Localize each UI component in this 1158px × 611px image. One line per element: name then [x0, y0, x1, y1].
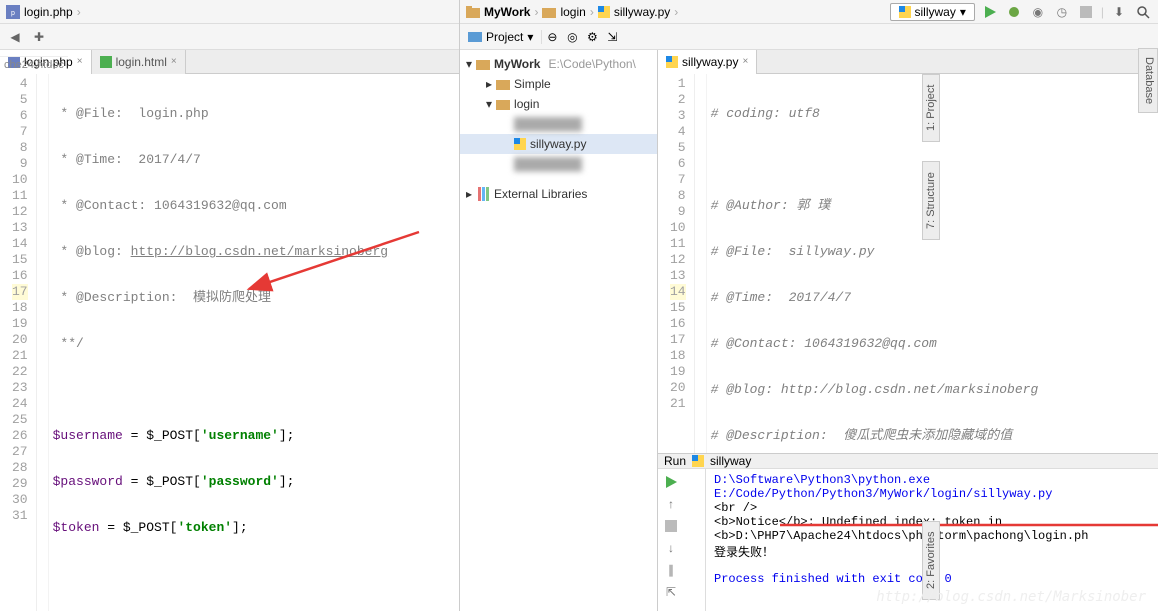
folder-icon — [476, 58, 490, 70]
chevron-right-icon: › — [534, 5, 538, 19]
chevron-right-icon: ▸ — [466, 187, 472, 201]
chevron-down-icon: ▾ — [466, 57, 472, 71]
chevron-right-icon: › — [590, 5, 594, 19]
tree-node-simple[interactable]: ▸Simple — [460, 74, 657, 94]
folder-icon — [496, 78, 510, 90]
path-hint: che24\htdoc — [0, 56, 68, 73]
close-icon[interactable]: × — [742, 56, 748, 67]
collapse-button[interactable]: ⊖ — [542, 27, 562, 47]
breadcrumb-right: MyWork › login › sillyway.py › — [466, 5, 678, 19]
folder-icon — [466, 6, 480, 18]
python-file-icon — [598, 6, 610, 18]
run-button[interactable] — [981, 3, 999, 21]
stop-button[interactable] — [1077, 3, 1095, 21]
tab-login-html[interactable]: login.html × — [92, 50, 186, 74]
debug-button[interactable] — [1005, 3, 1023, 21]
project-icon — [468, 30, 482, 44]
project-tree[interactable]: ▾ MyWork E:\Code\Python\ ▸Simple ▾login … — [460, 50, 658, 611]
left-tabs: login.php × login.html × — [0, 50, 459, 74]
libraries-icon — [476, 187, 490, 201]
tree-root[interactable]: ▾ MyWork E:\Code\Python\ — [460, 54, 657, 74]
target-button[interactable]: ◎ — [562, 27, 582, 47]
back-icon[interactable]: ◀ — [6, 28, 24, 46]
chevron-right-icon: › — [674, 5, 678, 19]
watermark: http://blog.csdn.net/Marksinober — [876, 589, 1146, 605]
python-file-icon — [666, 56, 678, 68]
search-icon[interactable] — [1134, 3, 1152, 21]
left-editor[interactable]: 4567891011121314151617181920212223242526… — [0, 74, 459, 611]
run-label: Run — [664, 454, 686, 468]
project-view-select[interactable]: Project ▾ — [460, 30, 542, 44]
python-file-icon — [899, 6, 911, 18]
close-run-button[interactable]: × — [662, 605, 680, 611]
tree-file-sillyway[interactable]: sillyway.py — [460, 134, 657, 154]
chevron-down-icon: ▾ — [527, 30, 533, 44]
close-icon[interactable]: × — [171, 56, 177, 67]
coverage-button[interactable]: ◉ — [1029, 3, 1047, 21]
gear-icon[interactable]: ⚙ — [582, 27, 602, 47]
chevron-down-icon: ▾ — [960, 5, 966, 19]
left-code[interactable]: * @File: login.php * @Time: 2017/4/7 * @… — [49, 74, 459, 611]
tree-external-libs[interactable]: ▸External Libraries — [460, 184, 657, 204]
html-file-icon — [100, 56, 112, 68]
chevron-right-icon: ▸ — [486, 77, 492, 91]
stop-run-button[interactable] — [662, 517, 680, 535]
python-file-icon — [514, 138, 526, 150]
tab-sillyway[interactable]: sillyway.py × — [658, 50, 757, 74]
run-panel: Run sillyway ↑ ↓ ∥ ⇱ × ↲ — [658, 453, 1158, 611]
tree-node-login[interactable]: ▾login — [460, 94, 657, 114]
right-tabs: sillyway.py × — [658, 50, 1158, 74]
left-gutter: 4567891011121314151617181920212223242526… — [0, 74, 37, 611]
right-gutter: 123456789101112131415161718192021 — [658, 74, 695, 453]
right-editor[interactable]: 123456789101112131415161718192021 # codi… — [658, 74, 1158, 453]
side-tab-project[interactable]: 1: Project — [922, 74, 940, 142]
left-toolbar: ◀ ✚ — [0, 24, 459, 50]
tree-file-hidden2[interactable]: ████████ — [460, 154, 657, 174]
side-tab-structure[interactable]: 7: Structure — [922, 161, 940, 240]
vcs-button[interactable]: ⬇ — [1110, 3, 1128, 21]
run-config-select[interactable]: sillyway ▾ — [890, 3, 975, 21]
folder-icon — [496, 98, 510, 110]
php-file-icon: p — [6, 5, 20, 19]
crumb-file: login.php — [24, 5, 73, 19]
right-toolbar: sillyway ▾ ◉ ◷ | ⬇ — [890, 3, 1153, 21]
down-button[interactable]: ↓ — [662, 539, 680, 557]
close-icon[interactable]: × — [77, 56, 83, 67]
tree-file-hidden1[interactable]: ████████ — [460, 114, 657, 134]
pause-button[interactable]: ∥ — [662, 561, 680, 579]
up-button[interactable]: ↑ — [662, 495, 680, 513]
run-controls: ↑ ↓ ∥ ⇱ × ↲ 🖶 🗑 — [658, 469, 706, 611]
dock-button[interactable]: ⇲ — [602, 27, 622, 47]
python-file-icon — [692, 455, 704, 467]
chevron-right-icon: › — [77, 5, 81, 19]
svg-text:p: p — [11, 10, 15, 17]
folder-icon — [542, 6, 556, 18]
plus-icon[interactable]: ✚ — [30, 28, 48, 46]
profile-button[interactable]: ◷ — [1053, 3, 1071, 21]
chevron-down-icon: ▾ — [486, 97, 492, 111]
export-button[interactable]: ⇱ — [662, 583, 680, 601]
side-tab-database[interactable]: Database — [1138, 48, 1158, 113]
rerun-button[interactable] — [662, 473, 680, 491]
breadcrumb-left: p login.php › — [0, 0, 459, 24]
